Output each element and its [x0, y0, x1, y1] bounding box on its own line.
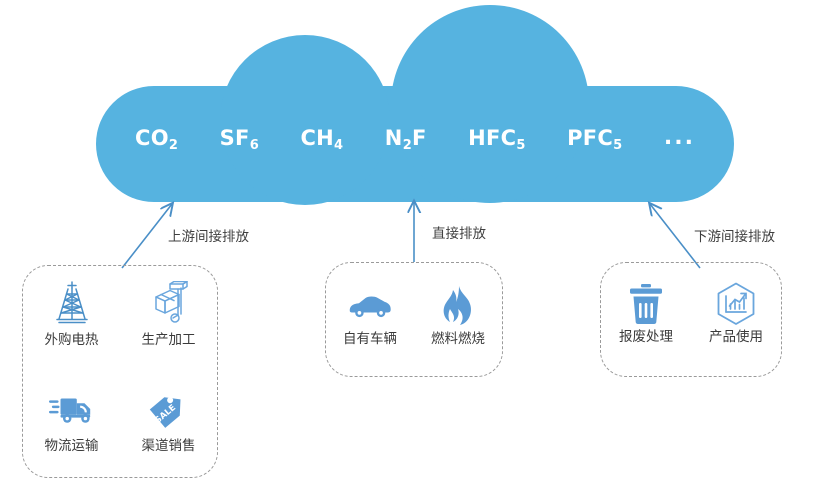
gas-ch4: CH4 [300, 125, 344, 153]
item-label: 渠道销售 [141, 437, 196, 454]
item-channel-sales: SALE 渠道销售 [120, 372, 217, 478]
item-fuel-combustion: 燃料燃烧 [414, 263, 502, 376]
item-label: 燃料燃烧 [431, 331, 485, 347]
arrow-label-upstream: 上游间接排放 [168, 229, 249, 245]
gas-sf6-subscript: 6 [249, 137, 260, 153]
gas-sf6: SF6 [219, 125, 260, 153]
group-box-upstream: 外购电热 生产加工 物流运输 SALE 渠道销售 [22, 265, 218, 478]
group-box-direct: 自有车辆 燃料燃烧 [325, 262, 503, 377]
gas-ellipsis: ... [663, 125, 695, 150]
item-production-processing: 生产加工 [120, 266, 217, 372]
gas-co2: CO2 [135, 125, 179, 153]
item-label: 生产加工 [141, 332, 196, 348]
arrow-label-direct: 直接排放 [432, 226, 486, 242]
gas-co2-subscript: 2 [168, 137, 179, 153]
trash-bin-icon [623, 283, 669, 325]
arrow-label-downstream: 下游间接排放 [694, 229, 775, 245]
gas-ch4-subscript: 4 [334, 137, 344, 153]
arrow-downstream [650, 204, 701, 269]
item-logistics-transport: 物流运输 [23, 372, 120, 478]
item-label: 外购电热 [44, 332, 99, 348]
flame-icon [435, 285, 481, 327]
hexagon-chart-icon [713, 282, 759, 325]
item-label: 自有车辆 [343, 331, 397, 347]
group-box-downstream: 报废处理 产品使用 [600, 262, 782, 377]
gas-n2f-subscript: 2 [402, 137, 413, 153]
item-external-power-heat: 外购电热 [23, 266, 120, 372]
hand-truck-icon [146, 280, 192, 326]
item-waste-disposal: 报废处理 [601, 263, 691, 376]
cloud-shape [96, 5, 734, 205]
item-label: 产品使用 [709, 329, 763, 345]
gas-hfc5-subscript: 5 [516, 137, 526, 153]
gas-formula-row: CO2 SF6 CH4 N2F HFC5 PFC5 ... [95, 118, 735, 158]
diagram-canvas: CO2 SF6 CH4 N2F HFC5 PFC5 ... 上游间接排放 直接排… [0, 0, 830, 503]
oil-derrick-icon [49, 280, 95, 326]
item-label: 物流运输 [44, 437, 99, 454]
gas-pfc5: PFC5 [567, 125, 623, 153]
car-icon [347, 285, 393, 327]
arrow-upstream [121, 204, 172, 269]
delivery-truck-icon [48, 386, 95, 432]
gas-n2f: N2F [384, 125, 427, 153]
cloud-container: CO2 SF6 CH4 N2F HFC5 PFC5 ... [0, 0, 830, 210]
gas-hfc5: HFC5 [468, 125, 526, 153]
sale-tag-icon: SALE [146, 386, 192, 432]
item-own-vehicles: 自有车辆 [326, 263, 414, 376]
gas-pfc5-subscript: 5 [613, 137, 623, 153]
item-product-use: 产品使用 [691, 263, 781, 376]
item-label: 报废处理 [619, 329, 673, 345]
